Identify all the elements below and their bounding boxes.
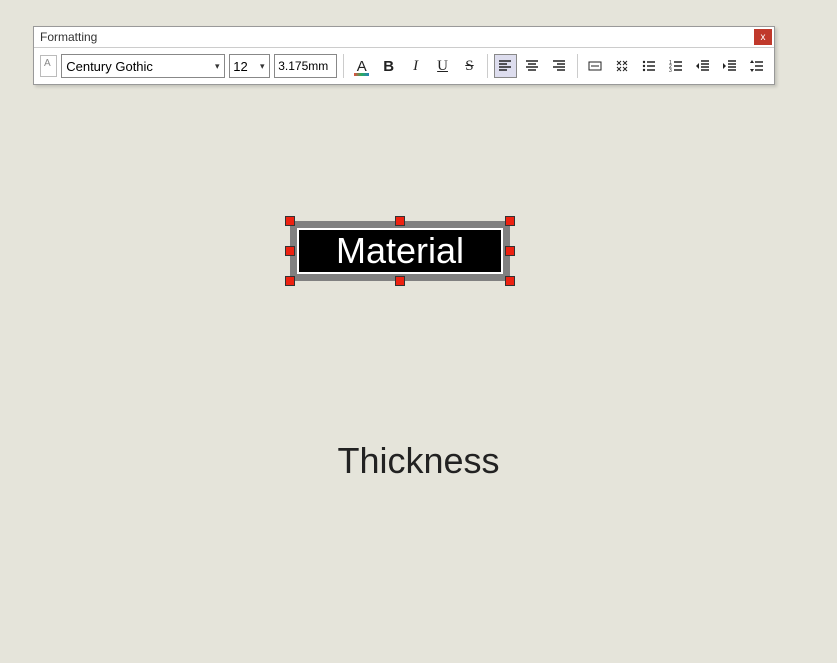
resize-handle-s[interactable]	[395, 276, 405, 286]
resize-handle-nw[interactable]	[285, 216, 295, 226]
font-family-value: Century Gothic	[62, 59, 210, 74]
resize-handle-se[interactable]	[505, 276, 515, 286]
toolbar-title: Formatting	[40, 30, 97, 44]
fit-text-button[interactable]	[584, 54, 607, 78]
font-color-button[interactable]: A	[350, 54, 373, 78]
toolbar-titlebar[interactable]: Formatting x	[34, 27, 774, 48]
align-right-button[interactable]	[548, 54, 571, 78]
svg-text:3: 3	[669, 68, 672, 74]
separator	[487, 54, 488, 78]
separator	[577, 54, 578, 78]
bullet-list-button[interactable]	[637, 54, 660, 78]
resize-handle-w[interactable]	[285, 246, 295, 256]
toolbar-row: Century Gothic ▾ 12 ▾ 3.175mm A B I U S	[34, 48, 774, 84]
octagon-shape	[133, 97, 662, 625]
increase-indent-button[interactable]	[718, 54, 741, 78]
color-bar-icon	[354, 73, 369, 76]
line-spacing-button[interactable]	[745, 54, 768, 78]
resize-handle-sw[interactable]	[285, 276, 295, 286]
align-right-icon	[551, 58, 567, 74]
thickness-label[interactable]: Thickness	[0, 440, 837, 482]
separator	[343, 54, 344, 78]
chevron-down-icon[interactable]: ▾	[210, 61, 224, 72]
decrease-indent-icon	[695, 58, 711, 74]
material-label: Material	[336, 230, 464, 272]
underline-button[interactable]: U	[431, 54, 454, 78]
chevron-down-icon[interactable]: ▾	[255, 61, 269, 72]
increase-indent-icon	[722, 58, 738, 74]
formatting-toolbar: Formatting x Century Gothic ▾ 12 ▾ 3.175…	[33, 26, 775, 85]
font-size-value: 12	[230, 59, 255, 74]
strikethrough-button[interactable]: S	[458, 54, 481, 78]
align-center-button[interactable]	[521, 54, 544, 78]
fit-text-icon	[587, 58, 603, 74]
numbered-list-button[interactable]: 123	[664, 54, 687, 78]
align-left-button[interactable]	[494, 54, 517, 78]
align-center-icon	[524, 58, 540, 74]
measurement-input[interactable]: 3.175mm	[274, 54, 337, 78]
resize-handle-ne[interactable]	[505, 216, 515, 226]
font-size-select[interactable]: 12 ▾	[229, 54, 270, 78]
bullet-list-icon	[641, 58, 657, 74]
align-left-icon	[497, 58, 513, 74]
full-justify-icon	[614, 58, 630, 74]
material-text-box: Material	[297, 228, 503, 274]
resize-handle-n[interactable]	[395, 216, 405, 226]
font-family-select[interactable]: Century Gothic ▾	[61, 54, 225, 78]
drawing-canvas[interactable]	[0, 0, 837, 663]
close-button[interactable]: x	[754, 29, 772, 45]
bold-button[interactable]: B	[377, 54, 400, 78]
line-spacing-icon	[749, 58, 765, 74]
italic-button[interactable]: I	[404, 54, 427, 78]
measurement-value: 3.175mm	[278, 59, 328, 73]
font-color-letter: A	[357, 58, 367, 75]
selected-text-frame[interactable]: Material	[290, 221, 510, 281]
full-justify-button[interactable]	[611, 54, 634, 78]
resize-handle-e[interactable]	[505, 246, 515, 256]
numbered-list-icon: 123	[668, 58, 684, 74]
decrease-indent-button[interactable]	[691, 54, 714, 78]
text-style-icon[interactable]	[40, 55, 57, 77]
